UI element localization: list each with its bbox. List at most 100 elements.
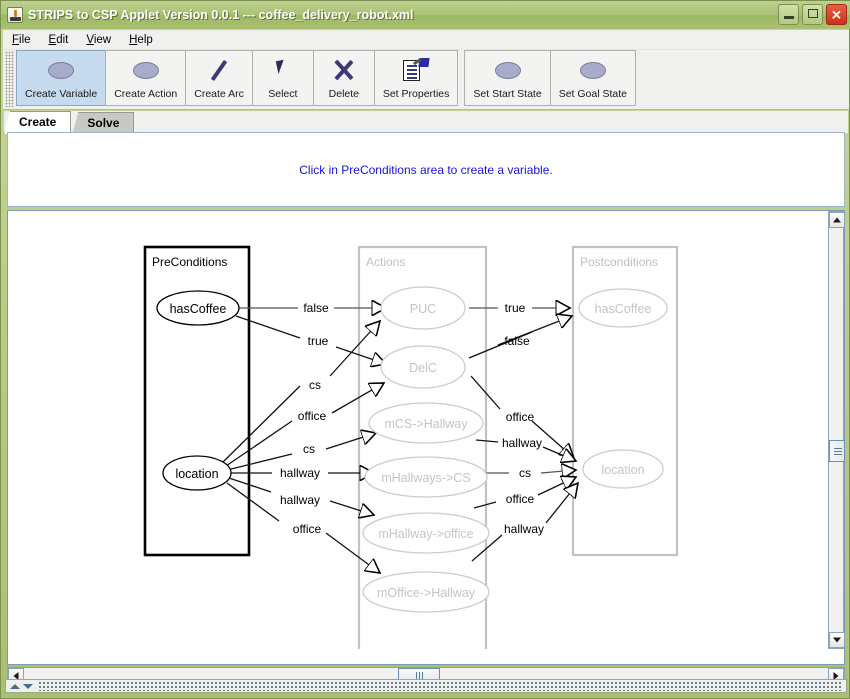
edge-label-DelC-hasCoffee: false — [504, 334, 530, 348]
set-properties-button[interactable]: Set Properties — [373, 50, 459, 106]
scroll-grip-icon — [834, 448, 842, 455]
node-pre-location-label: location — [175, 467, 218, 481]
strips-graph: PreConditions Actions Postconditions fal… — [143, 245, 679, 649]
tab-create[interactable]: Create — [4, 111, 72, 134]
graph-canvas-container: PreConditions Actions Postconditions fal… — [7, 210, 845, 665]
tab-solve[interactable]: Solve — [72, 112, 135, 134]
edge-mHallwaysCS-location-2[interactable] — [540, 470, 576, 473]
edge-label-hasCoffee-DelC: true — [308, 334, 329, 348]
graph-canvas[interactable]: PreConditions Actions Postconditions fal… — [8, 211, 829, 649]
edge-label-location-DelC: office — [298, 409, 327, 423]
maximize-button[interactable] — [802, 4, 823, 25]
triangle-up-icon — [833, 217, 841, 223]
x-cross-icon — [332, 57, 356, 83]
edge-label-location-PUC: cs — [309, 378, 321, 392]
edge-label-mHallwayOffice-location: office — [506, 492, 535, 506]
node-action-mHallway-office[interactable]: mHallway->office — [362, 512, 490, 554]
create-action-label: Create Action — [114, 88, 178, 100]
scroll-up-button[interactable] — [829, 212, 845, 228]
edge-label-PUC-hasCoffee: true — [505, 301, 526, 315]
menu-help-rest: elp — [137, 33, 153, 46]
node-post-hasCoffee-label: hasCoffee — [595, 302, 652, 316]
menu-file-rest: ile — [19, 33, 31, 46]
set-start-state-label: Set Start State — [473, 88, 542, 100]
status-texture — [38, 681, 843, 691]
delete-button[interactable]: Delete — [312, 50, 375, 106]
canvas-vertical-scrollbar[interactable] — [828, 211, 845, 649]
edge-label-mOfficeHallway-location: hallway — [504, 522, 544, 536]
node-action-PUC-label: PUC — [410, 302, 436, 316]
window-title: STRIPS to CSP Applet Version 0.0.1 --- c… — [28, 8, 414, 22]
oval-icon — [48, 57, 75, 83]
message-panel: Click in PreConditions area to create a … — [7, 132, 845, 207]
window-controls: ✕ — [778, 4, 847, 25]
menu-view[interactable]: View — [77, 32, 120, 48]
create-variable-button[interactable]: Create Variable — [16, 50, 107, 106]
edge-label-location-mOfficeHallway: office — [293, 522, 322, 536]
edge-label-mHallwaysCS-location: cs — [519, 466, 531, 480]
edge-mCSHallway-location-2[interactable] — [542, 446, 576, 461]
node-pre-hasCoffee[interactable]: hasCoffee — [156, 290, 240, 326]
edge-location-DelC[interactable] — [225, 420, 293, 467]
menu-help[interactable]: Help — [120, 32, 162, 48]
edge-label-location-mCSHallway: cs — [303, 442, 315, 456]
node-action-DelC-label: DelC — [409, 361, 437, 375]
edge-label-location-mHallwayOffice: hallway — [280, 493, 320, 507]
close-button[interactable]: ✕ — [826, 4, 847, 25]
oval-icon — [494, 57, 521, 83]
select-button[interactable]: Select — [251, 50, 314, 106]
node-action-PUC[interactable]: PUC — [380, 286, 466, 330]
edge-hasCoffee-DelC[interactable] — [235, 315, 301, 339]
set-goal-state-button[interactable]: Set Goal State — [549, 50, 636, 106]
edge-label-location-mHallwaysCS: hallway — [280, 466, 320, 480]
minimize-button[interactable] — [778, 4, 799, 25]
node-action-mHallways-CS[interactable]: mHallways->CS — [364, 456, 488, 498]
set-start-state-button[interactable]: Set Start State — [464, 50, 551, 106]
preconditions-title: PreConditions — [152, 255, 227, 269]
java-applet-icon — [7, 7, 23, 23]
cursor-arrow-icon — [273, 57, 293, 83]
tab-strip: Create Solve — [4, 111, 848, 134]
delete-label: Delete — [328, 88, 360, 100]
vertical-scroll-thumb[interactable] — [829, 440, 845, 462]
menu-edit[interactable]: Edit — [40, 32, 78, 48]
node-post-hasCoffee[interactable]: hasCoffee — [578, 288, 668, 328]
edge-location-mHallwayOffice-2[interactable] — [329, 500, 374, 515]
actions-title: Actions — [366, 255, 405, 269]
node-action-mHallways-CS-label: mHallways->CS — [381, 471, 470, 485]
node-action-mOffice-Hallway[interactable]: mOffice->Hallway — [362, 571, 490, 613]
triangle-down-icon — [833, 637, 841, 643]
toolbar-drag-handle[interactable] — [5, 51, 14, 107]
title-bar: STRIPS to CSP Applet Version 0.0.1 --- c… — [1, 1, 850, 29]
select-label: Select — [268, 88, 298, 100]
scroll-down-button[interactable] — [829, 632, 845, 648]
menu-edit-rest: dit — [56, 33, 69, 46]
create-arc-label: Create Arc — [194, 88, 244, 100]
edge-label-hasCoffee-PUC: false — [303, 301, 329, 315]
node-post-location[interactable]: location — [582, 449, 664, 489]
toolbar: Create Variable Create Action Create Arc… — [3, 50, 849, 110]
menu-file[interactable]: File — [3, 32, 40, 48]
oval-icon — [132, 57, 159, 83]
toolbar-group-states: Set Start State Set Goal State — [464, 50, 636, 106]
status-bar — [5, 679, 847, 693]
set-properties-label: Set Properties — [382, 88, 450, 100]
edge-location-mOfficeHallway[interactable] — [226, 482, 280, 522]
line-icon — [207, 57, 231, 83]
postconditions-title: Postconditions — [580, 255, 658, 269]
application-window: STRIPS to CSP Applet Version 0.0.1 --- c… — [0, 0, 850, 699]
node-action-mCS-Hallway[interactable]: mCS->Hallway — [368, 402, 484, 444]
edge-location-PUC-2[interactable] — [329, 321, 380, 377]
node-action-DelC[interactable]: DelC — [380, 345, 466, 389]
edge-location-mCSHallway-2[interactable] — [325, 433, 376, 450]
create-action-button[interactable]: Create Action — [105, 50, 187, 106]
applet-status-icons — [10, 683, 33, 689]
properties-clipboard-icon — [403, 57, 430, 83]
create-arc-button[interactable]: Create Arc — [185, 50, 253, 106]
node-pre-location[interactable]: location — [162, 455, 232, 491]
arrow-down-icon — [23, 683, 33, 689]
edge-label-DelC-location: office — [506, 410, 535, 424]
menu-bar: File Edit View Help — [3, 30, 849, 50]
arrow-up-icon — [10, 683, 20, 689]
menu-view-rest: iew — [93, 33, 112, 46]
